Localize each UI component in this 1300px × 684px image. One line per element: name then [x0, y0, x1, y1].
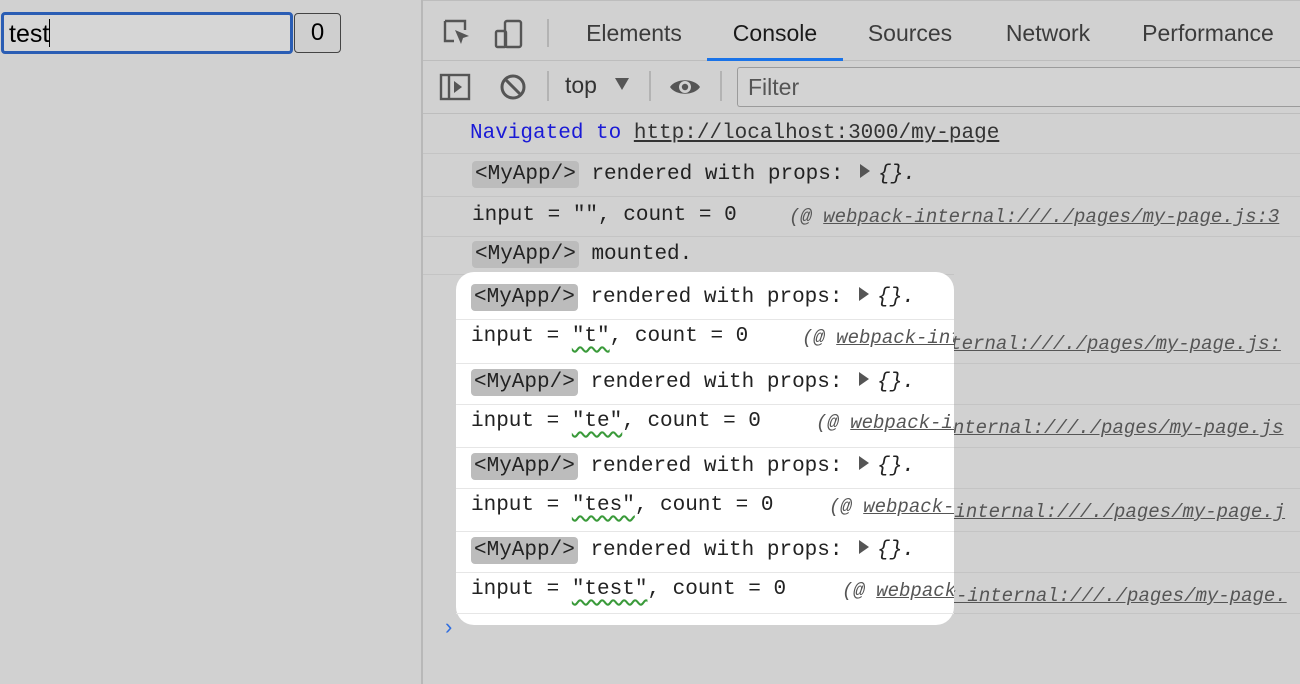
console-prompt-icon[interactable]: › — [445, 614, 452, 640]
input-value: "tes" — [571, 494, 635, 517]
source-link[interactable]: webpack-internal:///./pages/my-page.js — [954, 417, 1284, 439]
context-selector[interactable]: top — [565, 72, 597, 99]
input-prefix: input = — [472, 204, 573, 227]
toolbar-separator — [720, 71, 722, 101]
expand-triangle-icon[interactable] — [859, 456, 870, 470]
count-text: , count = 0 — [634, 494, 774, 517]
text-input[interactable]: test — [1, 12, 293, 54]
component-tag: <MyApp/> — [472, 161, 579, 188]
tab-console[interactable]: Console — [707, 1, 843, 61]
console-message-overflow — [954, 364, 1300, 405]
console-message-overflow: (@ webpack-internal:///./pages/my-page. — [954, 573, 1300, 614]
input-value: "t" — [571, 325, 610, 348]
count-text: , count = 0 — [609, 325, 749, 348]
rendered-text: rendered with props: — [591, 163, 844, 186]
input-prefix: input = — [471, 494, 572, 517]
rendered-text: rendered with props: — [590, 539, 843, 562]
tab-network-label: Network — [1005, 20, 1091, 46]
chevron-down-icon[interactable] — [615, 78, 629, 90]
console-message-overflow: (@ webpack-internal:///./pages/my-page.j… — [954, 405, 1300, 448]
tabbar-separator — [547, 19, 549, 47]
input-value: "test" — [571, 578, 648, 601]
source-prefix: (@ — [789, 206, 824, 228]
source-link[interactable]: webpack-internal:///./pages/my-page.j — [954, 501, 1285, 523]
expand-triangle-icon[interactable] — [859, 372, 870, 386]
component-tag: <MyApp/> — [471, 284, 578, 311]
count-text: , count = 0 — [622, 410, 761, 433]
props-object[interactable]: {}. — [877, 539, 915, 562]
navigated-text: Navigated to — [470, 122, 622, 145]
console-message-overflow — [954, 448, 1300, 489]
source-prefix: (@ — [829, 496, 864, 518]
props-object[interactable]: {}. — [878, 163, 916, 186]
console-message-overflow: (@ webpack-internal:///./pages/my-page.j — [954, 489, 1300, 532]
eye-icon[interactable] — [668, 75, 702, 104]
rendered-text: rendered with props: — [590, 455, 843, 478]
console-message-overflow — [954, 532, 1300, 573]
component-tag: <MyApp/> — [472, 241, 579, 268]
console-message: <MyApp/> rendered with props: {}. — [423, 154, 1300, 197]
expand-triangle-icon[interactable] — [859, 287, 870, 301]
source-link[interactable]: webpack-internal:///./pages/my-page.js: — [954, 333, 1281, 355]
console-message-overflow: (@ webpack-internal:///./pages/my-page.j… — [954, 320, 1300, 364]
tab-performance-label: Performance — [1142, 20, 1274, 46]
count-button[interactable]: 0 — [294, 13, 341, 53]
input-prefix: input = — [471, 410, 572, 433]
filter-input[interactable]: Filter — [737, 67, 1300, 107]
input-prefix: input = — [471, 325, 572, 348]
tab-sources[interactable]: Sources — [855, 1, 965, 61]
props-object[interactable]: {}. — [877, 455, 915, 478]
input-prefix: input = — [471, 578, 572, 601]
filter-placeholder: Filter — [748, 74, 800, 100]
rendered-text: rendered with props: — [590, 371, 843, 394]
console-message: input = "", count = 0 (@ webpack-interna… — [423, 197, 1300, 237]
count-button-label: 0 — [310, 19, 325, 46]
props-object[interactable]: {}. — [877, 286, 915, 309]
source-prefix: (@ — [816, 412, 851, 434]
device-toolbar-icon[interactable] — [493, 17, 525, 49]
page-viewport: test 0 — [0, 0, 421, 684]
expand-triangle-icon[interactable] — [860, 164, 871, 178]
source-link[interactable]: webpack-internal:///./pages/my-page. — [954, 585, 1287, 607]
toolbar-separator — [547, 71, 549, 101]
context-selector-label: top — [565, 72, 597, 98]
toolbar-separator — [649, 71, 651, 101]
overflow-region: (@ webpack-internal:///./pages/my-page.j… — [954, 272, 1300, 625]
navigated-url-link[interactable]: http://localhost:3000/my-page — [634, 122, 999, 145]
component-tag: <MyApp/> — [471, 537, 578, 564]
tab-network[interactable]: Network — [993, 1, 1103, 61]
console-message: <MyApp/> mounted. — [423, 237, 1300, 275]
tab-elements-label: Elements — [586, 20, 682, 46]
mounted-text: mounted. — [591, 243, 693, 266]
tab-console-label: Console — [732, 20, 818, 46]
expand-triangle-icon[interactable] — [859, 540, 870, 554]
inspect-element-icon[interactable] — [441, 17, 473, 49]
console-message: Navigated to http://localhost:3000/my-pa… — [423, 114, 1300, 154]
rendered-text: rendered with props: — [590, 286, 843, 309]
props-object[interactable]: {}. — [877, 371, 915, 394]
sidebar-toggle-icon[interactable] — [439, 73, 471, 106]
source-prefix: (@ — [842, 580, 877, 602]
source-prefix: (@ — [802, 327, 837, 349]
count-text: , count = 0 — [647, 578, 787, 601]
source-link[interactable]: webpack-internal:///./pages/my-page.js:3 — [823, 206, 1279, 228]
count-text: , count = 0 — [598, 204, 737, 227]
console-toolbar: top Filter — [423, 61, 1300, 114]
input-value: "te" — [571, 410, 623, 433]
component-tag: <MyApp/> — [471, 369, 578, 396]
console-prompt: › — [445, 614, 453, 639]
text-caret — [49, 19, 51, 47]
devtools-tabbar: Elements Console Sources Network Perform… — [423, 0, 1300, 61]
tab-sources-label: Sources — [867, 20, 953, 46]
tab-performance[interactable]: Performance — [1133, 1, 1283, 61]
input-value: "" — [572, 204, 599, 227]
tab-elements[interactable]: Elements — [573, 1, 695, 61]
text-input-value: test — [9, 20, 50, 48]
component-tag: <MyApp/> — [471, 453, 578, 480]
clear-console-icon[interactable] — [499, 73, 527, 106]
